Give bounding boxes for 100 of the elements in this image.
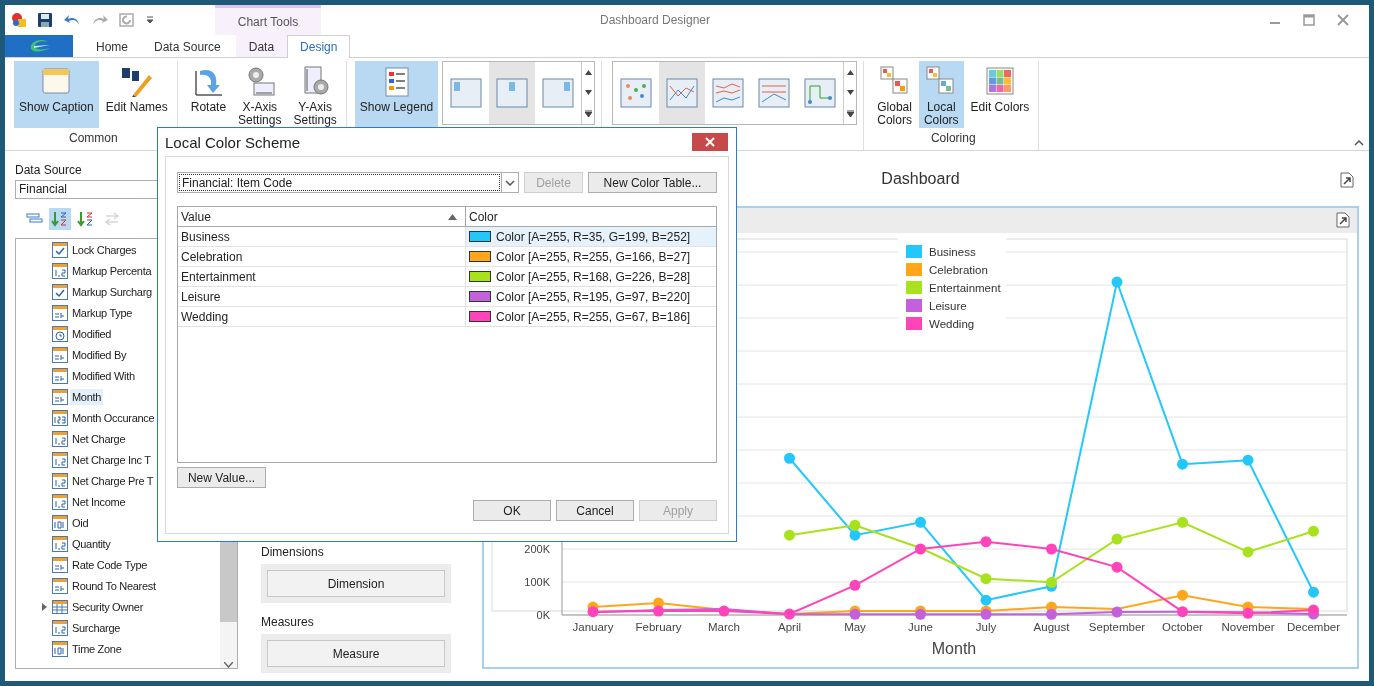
drop-zone[interactable]: Dimension	[267, 570, 445, 597]
field-item[interactable]: Surcharge	[70, 619, 123, 636]
color-value: Color [A=255, R=168, G=226, B=28]	[496, 269, 691, 284]
ribbon-tab[interactable]: Home	[83, 35, 141, 58]
scroll-down-icon[interactable]	[584, 89, 592, 95]
data-point	[1111, 606, 1123, 618]
close-icon[interactable]	[1337, 14, 1349, 26]
field-item[interactable]: Oid	[70, 514, 91, 531]
data-point	[1177, 516, 1188, 528]
field-item[interactable]: Quantity	[70, 535, 113, 552]
collapse-icon[interactable]	[1354, 139, 1364, 146]
drop-zone[interactable]: Measure	[267, 640, 445, 667]
refresh-icon[interactable]	[119, 12, 135, 28]
ribbon-button[interactable]: Rotate	[185, 61, 232, 128]
data-point	[1177, 458, 1188, 470]
x-tick-label: October	[1162, 621, 1203, 633]
ribbon-tab[interactable]: Design	[287, 35, 351, 58]
ribbon-tab[interactable]: Data	[235, 35, 288, 58]
table-cell-text: Business	[180, 228, 231, 246]
field-item[interactable]: Lock Charges	[70, 241, 139, 258]
color-cell[interactable]: Color [A=255, R=255, G=67, B=186]	[465, 307, 716, 326]
field-item[interactable]: Month Occurance	[70, 409, 157, 426]
color-cell[interactable]: Color [A=255, R=195, G=97, B=220]	[465, 287, 716, 306]
field-type-icon	[52, 325, 68, 342]
legend-label: Entertainment	[929, 282, 1001, 294]
field-item[interactable]: Markup Type	[70, 304, 135, 321]
field-type-icon	[52, 640, 68, 657]
expand-gallery-icon[interactable]	[846, 109, 854, 117]
ribbon-button[interactable]: X-Axis Settings	[233, 61, 287, 128]
x-tick-label: June	[908, 621, 933, 633]
scroll-up-icon[interactable]	[584, 69, 592, 75]
export-icon[interactable]	[1334, 212, 1351, 229]
column-header[interactable]: Value	[178, 207, 465, 226]
line-chart-icon	[620, 78, 653, 108]
close-icon	[705, 137, 715, 147]
save-icon[interactable]	[37, 12, 53, 28]
data-point	[849, 529, 861, 541]
column-header[interactable]: Color	[465, 207, 716, 226]
gallery-item[interactable]	[489, 62, 536, 124]
field-item[interactable]: Modified	[70, 325, 114, 342]
y-tick-label: 100K	[524, 576, 550, 588]
gallery-item[interactable]	[659, 62, 706, 124]
section-label: Dimensions	[261, 545, 325, 559]
data-point	[1242, 454, 1254, 466]
data-point	[915, 516, 926, 528]
export-icon[interactable]	[1338, 172, 1355, 189]
new-value-button[interactable]: New Value...	[177, 467, 266, 488]
field-item[interactable]: Markup Surcharg	[70, 283, 154, 300]
toolbar-button[interactable]	[49, 208, 71, 230]
sort-descending-icon	[77, 210, 95, 228]
field-item[interactable]: Security Owner	[70, 598, 145, 615]
color-cell[interactable]: Color [A=255, R=35, G=199, B=252]	[465, 227, 716, 246]
dropdown-icon[interactable]	[145, 15, 155, 25]
field-item[interactable]: Markup Percenta	[70, 262, 154, 279]
data-point	[1046, 576, 1057, 588]
field-item[interactable]: Net Income	[70, 493, 128, 510]
scroll-down-icon[interactable]	[846, 89, 854, 95]
color-cell[interactable]: Color [A=255, R=255, G=166, B=27]	[465, 247, 716, 266]
field-item[interactable]: Modified By	[70, 346, 129, 363]
ribbon-button[interactable]: Y-Axis Settings	[288, 61, 342, 128]
ribbon-button[interactable]: Global Colors	[872, 61, 917, 128]
ribbon-button[interactable]: Edit Names	[100, 61, 173, 128]
field-item[interactable]: Net Charge	[70, 430, 128, 447]
field-type-icon	[52, 493, 68, 510]
undo-icon[interactable]	[63, 13, 81, 27]
field-item[interactable]: Round To Nearest	[70, 577, 158, 594]
data-point	[718, 605, 730, 617]
dialog-button[interactable]: New Color Table...	[588, 172, 717, 193]
field-item[interactable]: Rate Code Type	[70, 556, 150, 573]
field-item[interactable]: Modified With	[70, 367, 137, 384]
table-cell-text: Celebration	[180, 248, 244, 266]
field-item[interactable]: Net Charge Pre T	[70, 472, 156, 489]
color-value: Color [A=255, R=195, G=97, B=220]	[496, 289, 691, 304]
ribbon-tab[interactable]: Data Source	[141, 35, 234, 58]
scroll-down-icon[interactable]	[224, 662, 233, 668]
color-grid-icon	[983, 65, 1016, 97]
close-button[interactable]	[692, 133, 728, 151]
field-item[interactable]: Net Charge Inc T	[70, 451, 153, 468]
expand-gallery-icon[interactable]	[584, 109, 592, 117]
redo-icon[interactable]	[91, 13, 109, 27]
scheme-dropdown[interactable]: Financial: Item Code	[177, 172, 519, 193]
x-axis-title: Month	[931, 640, 977, 657]
ribbon-button[interactable]: Show Legend	[354, 61, 439, 128]
ribbon-button[interactable]: Local Colors	[918, 61, 964, 128]
ribbon-button[interactable]: Show Caption	[14, 61, 99, 128]
data-point	[1242, 546, 1254, 558]
dialog-button[interactable]: Cancel	[556, 500, 634, 521]
color-cell[interactable]: Color [A=255, R=168, G=226, B=28]	[465, 267, 716, 286]
expand-icon[interactable]	[41, 602, 47, 611]
scroll-up-icon[interactable]	[846, 69, 854, 75]
group-label: Coloring	[929, 130, 977, 147]
field-item[interactable]: Time Zone	[70, 640, 124, 657]
data-point	[980, 573, 992, 585]
data-point	[653, 605, 664, 617]
ribbon-button[interactable]: Edit Colors	[965, 61, 1035, 128]
dialog-button[interactable]: OK	[473, 500, 551, 521]
data-point	[1111, 561, 1123, 573]
data-point	[1111, 276, 1123, 288]
maximize-icon[interactable]	[1303, 14, 1315, 26]
field-item[interactable]: Month	[70, 388, 104, 405]
